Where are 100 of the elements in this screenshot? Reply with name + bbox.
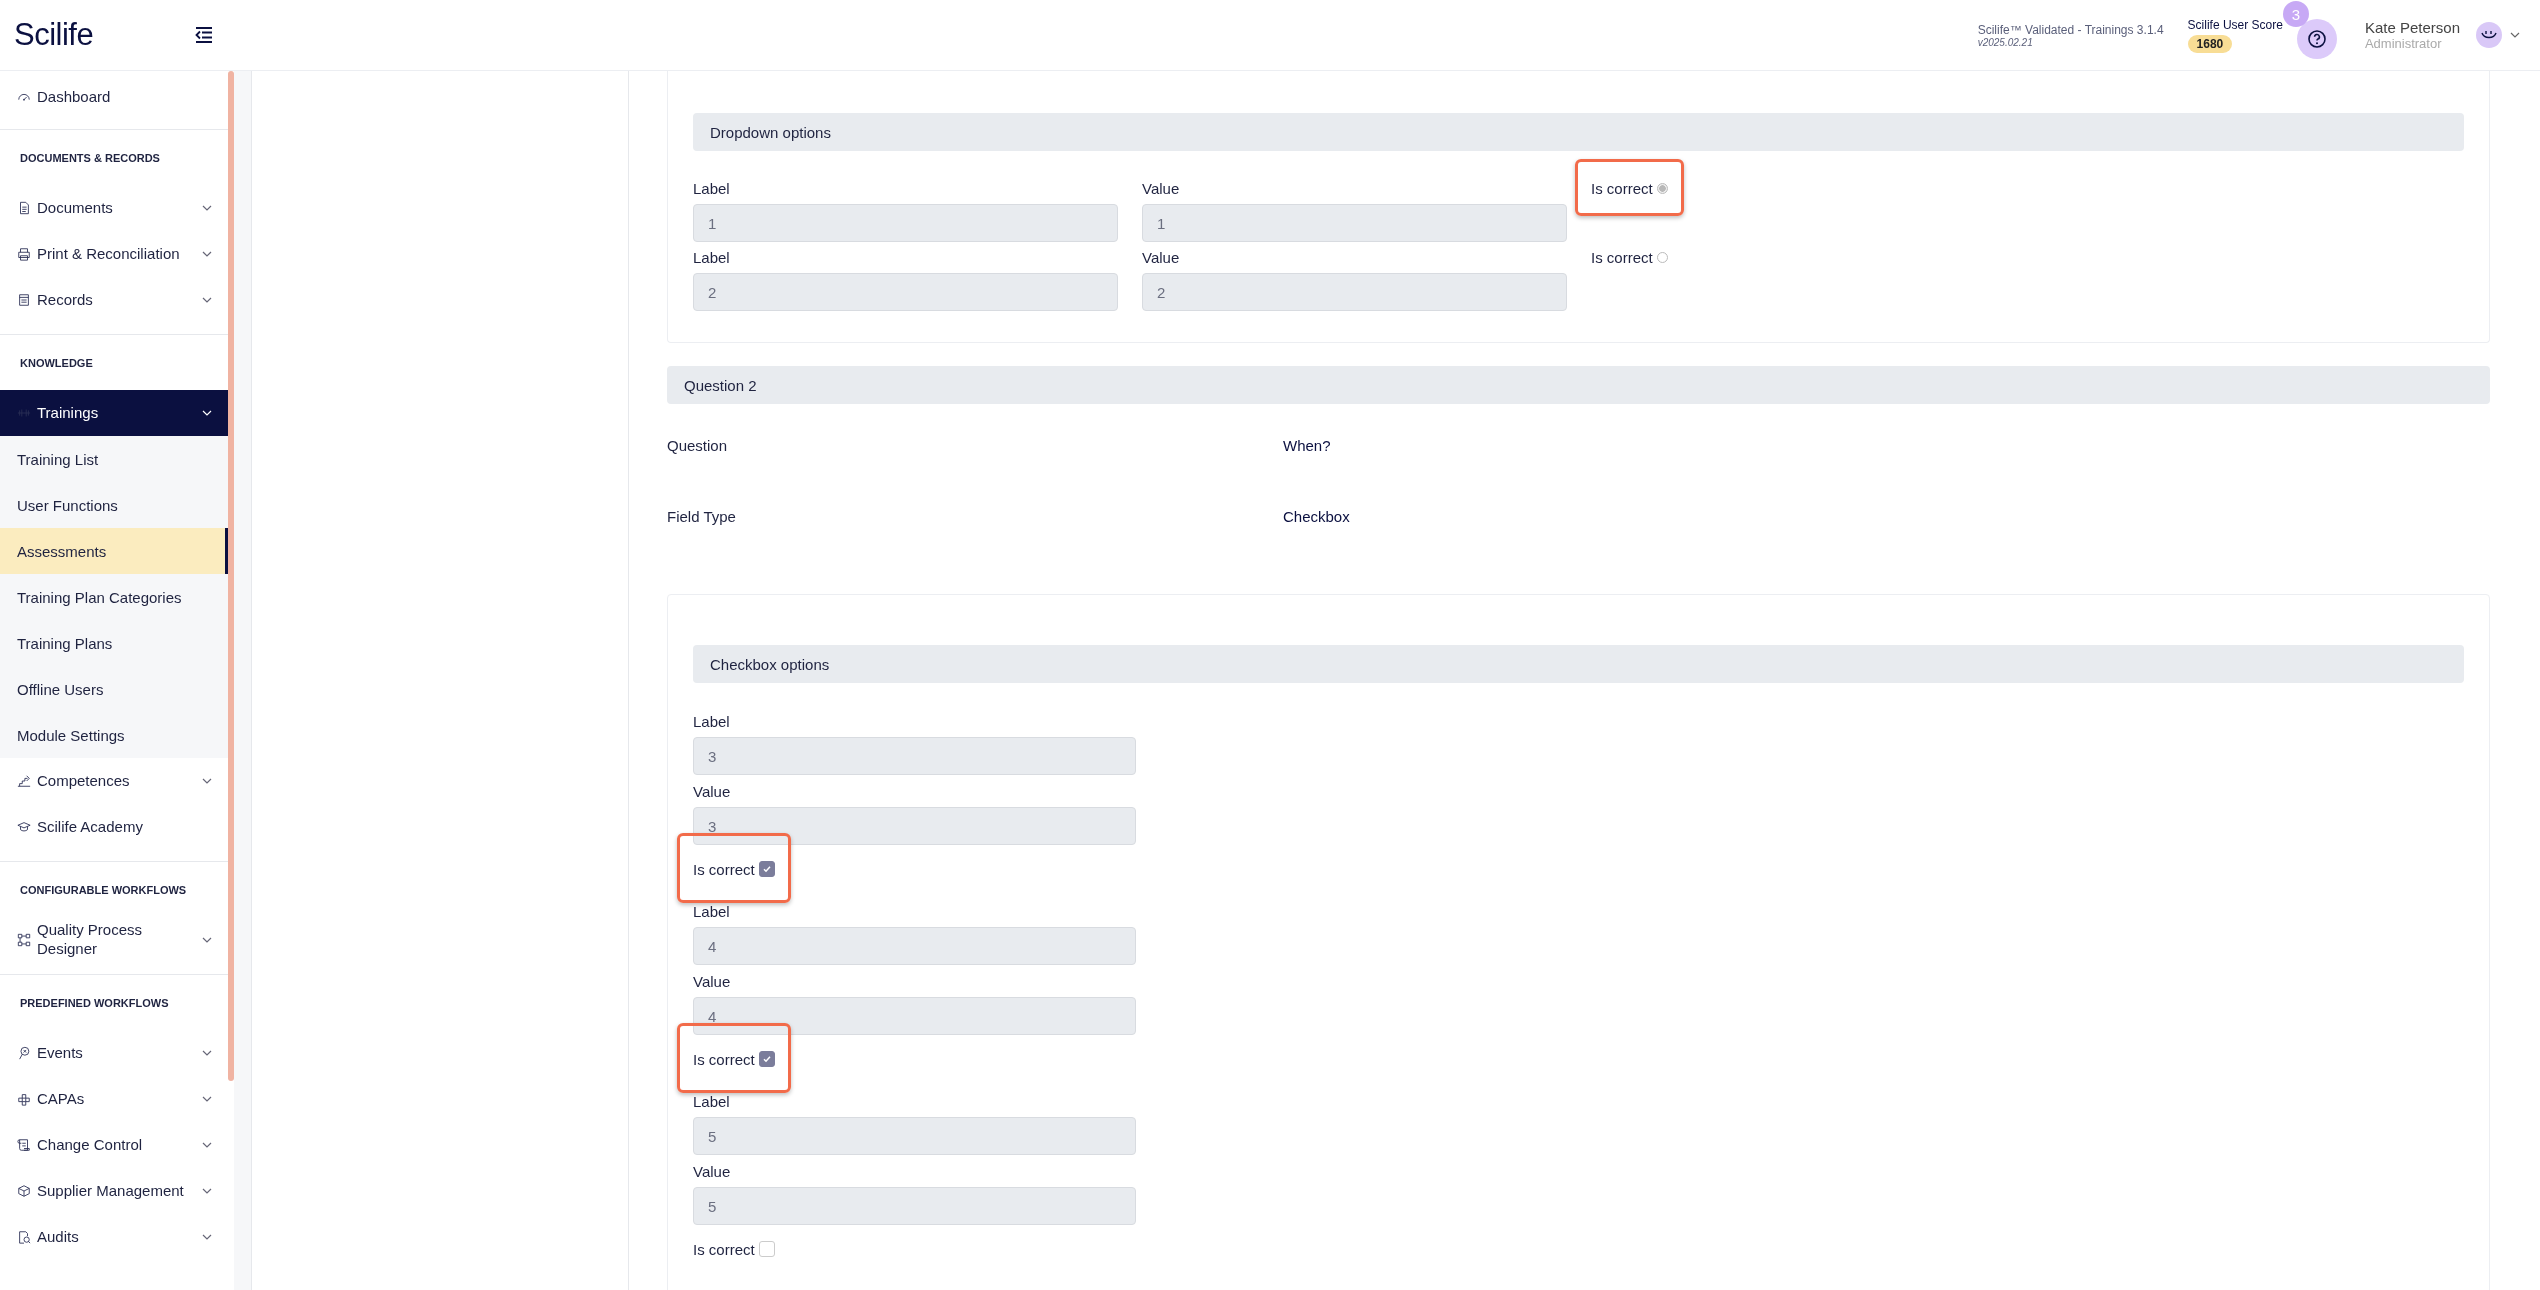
field-label: Label — [693, 179, 731, 199]
notification-badge: 3 — [2282, 1, 2309, 27]
sidebar-item[interactable]: Events — [0, 1030, 228, 1076]
chevron-down-icon — [202, 937, 212, 943]
section-header: Question 2 — [667, 366, 2490, 404]
sidebar-item[interactable]: CAPAs — [0, 1076, 228, 1122]
puzzle-icon — [17, 1092, 31, 1106]
item-label: Events — [37, 1043, 84, 1063]
score-badge: 1680 — [2187, 34, 2233, 53]
item-label: Change Control — [37, 1135, 144, 1155]
logo[interactable]: Scilife — [14, 17, 94, 53]
item-label: Supplier Management — [37, 1181, 185, 1201]
checkbox[interactable] — [758, 861, 775, 877]
item-label: Scilife Academy — [37, 817, 144, 837]
input-field[interactable]: 2 — [1142, 273, 1567, 311]
radio-button[interactable] — [1656, 252, 1668, 263]
field-value: Checkbox — [1283, 508, 1351, 527]
score-label: Scilife User Score — [2187, 17, 2283, 32]
sidebar-item[interactable]: Competences — [0, 758, 228, 804]
checkmark-icon — [761, 864, 772, 874]
field-label: Question — [667, 437, 729, 456]
checkmark-icon — [761, 1054, 772, 1064]
field-label: Value — [1142, 179, 1181, 199]
checkbox[interactable] — [758, 1051, 775, 1067]
input-field[interactable]: 4 — [693, 927, 1136, 965]
submenu-item[interactable]: Offline Users — [0, 666, 228, 712]
chevron-down-icon — [202, 1050, 212, 1056]
field-label: Is correct — [693, 1240, 755, 1258]
submenu-item[interactable]: Training Plan Categories — [0, 574, 228, 620]
field-label: Label — [693, 1091, 731, 1112]
sidebar-item[interactable]: Scilife Academy — [0, 804, 228, 850]
sidebar-item[interactable]: Print & Reconciliation — [0, 231, 228, 277]
submenu-item[interactable]: Training Plans — [0, 620, 228, 666]
field-value: When? — [1283, 437, 1332, 456]
field-label: Is correct — [693, 1050, 755, 1068]
version-title: Scilife™ Validated - Trainings 3.1.4 — [1977, 22, 2164, 37]
sidebar-item[interactable]: Audits — [0, 1214, 228, 1260]
field-label: Label — [693, 901, 731, 922]
submenu-item[interactable]: Training List — [0, 436, 228, 482]
field-label: Value — [693, 971, 732, 992]
input-field[interactable]: 2 — [693, 273, 1118, 311]
sidebar-item[interactable]: Trainings — [0, 390, 228, 436]
chevron-down-icon[interactable] — [2510, 32, 2520, 38]
chevron-down-icon — [202, 1096, 212, 1102]
field-label: Value — [693, 1161, 732, 1182]
chevron-down-icon — [202, 1188, 212, 1194]
chevron-down-icon — [202, 205, 212, 211]
field-label: Label — [693, 711, 731, 732]
item-label: Trainings — [37, 403, 100, 423]
chevron-down-icon — [202, 1142, 212, 1148]
sidebar-item[interactable]: Supplier Management — [0, 1168, 228, 1214]
box-icon — [17, 1184, 31, 1198]
submenu-item[interactable]: User Functions — [0, 482, 228, 528]
field-label: Value — [693, 781, 732, 802]
item-label: Competences — [37, 771, 131, 791]
field-label: Label — [693, 248, 731, 268]
submenu-item[interactable]: Module Settings — [0, 712, 228, 758]
pin-icon — [17, 1046, 31, 1060]
graduation-cap-icon — [17, 820, 31, 834]
section-header: Dropdown options — [693, 113, 2464, 151]
list-icon — [17, 293, 31, 307]
radio-button[interactable] — [1656, 183, 1668, 194]
section-header: Checkbox options — [693, 645, 2464, 683]
item-label: Dashboard — [37, 87, 112, 107]
collapse-menu-icon[interactable] — [194, 27, 214, 43]
flowchart-icon — [17, 933, 31, 947]
section-heading: KNOWLEDGE — [19, 356, 94, 371]
item-label: Audits — [37, 1227, 80, 1247]
section-heading: CONFIGURABLE WORKFLOWS — [19, 883, 188, 898]
chevron-down-icon — [202, 410, 212, 416]
chevron-down-icon — [202, 251, 212, 257]
item-label: Records — [37, 290, 94, 310]
input-field[interactable]: 5 — [693, 1117, 1136, 1155]
sidebar-item[interactable]: Dashboard — [0, 74, 228, 120]
sidebar-item[interactable]: Change Control — [0, 1122, 228, 1168]
help-button[interactable] — [2296, 19, 2337, 59]
field-label: Is correct — [1591, 180, 1653, 197]
help-icon — [2306, 29, 2327, 49]
sidebar-item[interactable]: Documents — [0, 185, 228, 231]
checkbox[interactable] — [758, 1241, 775, 1257]
input-field[interactable]: 3 — [693, 737, 1136, 775]
user-name: Kate Peterson — [2364, 19, 2460, 36]
avatar-icon[interactable] — [2476, 22, 2502, 48]
field-label: Value — [1142, 248, 1181, 268]
item-label: Quality Process Designer — [37, 921, 144, 959]
scroll-icon — [17, 1138, 31, 1152]
sidebar-item[interactable]: Records — [0, 277, 228, 323]
printer-icon — [17, 247, 31, 261]
magnifier-document-icon — [17, 1230, 31, 1244]
input-field[interactable]: 5 — [693, 1187, 1136, 1225]
input-field[interactable]: 1 — [1142, 204, 1567, 242]
user-role: Administrator — [2364, 36, 2443, 51]
submenu-item[interactable]: Assessments — [0, 528, 228, 574]
input-field[interactable]: 3 — [693, 807, 1136, 845]
input-field[interactable]: 4 — [693, 997, 1136, 1035]
sidebar-item[interactable]: Quality Process Designer — [0, 917, 228, 963]
chevron-down-icon — [202, 778, 212, 784]
field-label: Is correct — [1591, 249, 1653, 266]
input-field[interactable]: 1 — [693, 204, 1118, 242]
section-heading: DOCUMENTS & RECORDS — [19, 151, 161, 166]
